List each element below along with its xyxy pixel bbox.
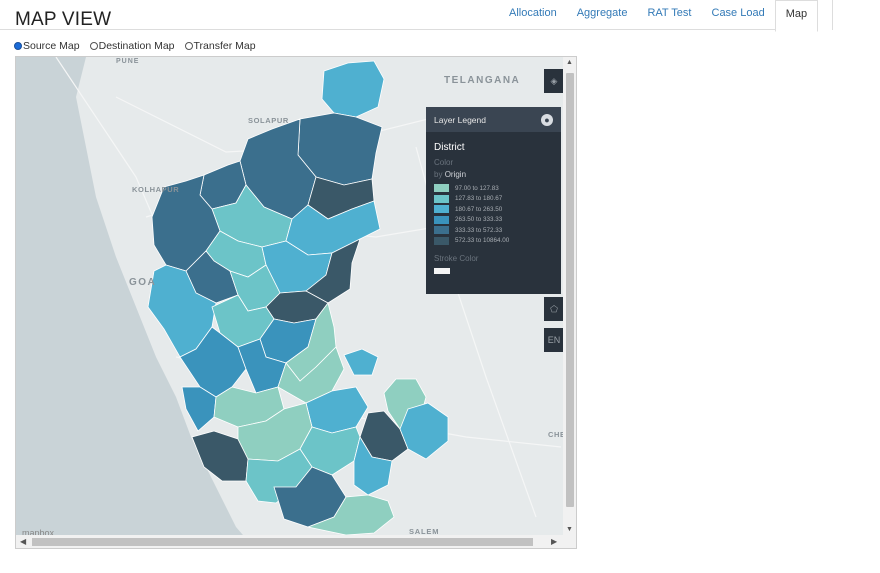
- legend-bin: 263.50 to 333.33: [434, 215, 553, 226]
- radio-destination-map[interactable]: Destination Map: [89, 40, 175, 52]
- radio-source-map[interactable]: Source Map: [14, 40, 80, 52]
- radio-label: Destination Map: [98, 40, 175, 52]
- district-polygon: [181, 386, 217, 432]
- tab-allocation[interactable]: Allocation: [499, 0, 567, 30]
- legend-swatch: [434, 226, 449, 235]
- scroll-right-icon[interactable]: ▶: [551, 535, 557, 548]
- place-label: SOLAPUR: [248, 116, 289, 125]
- radio-button[interactable]: [184, 42, 193, 50]
- layer-legend-panel: Layer Legend ● District Color by Origin …: [426, 107, 561, 294]
- scroll-up-icon[interactable]: ▲: [563, 59, 576, 66]
- legend-color-label: Color: [434, 158, 454, 167]
- legend-stroke-swatch: [434, 268, 450, 274]
- tab-divider: [832, 0, 833, 30]
- district-polygon: [321, 60, 385, 118]
- legend-swatch: [434, 205, 449, 214]
- legend-bin: 180.67 to 263.50: [434, 204, 553, 215]
- place-label: PUNE: [116, 58, 139, 65]
- draw-button[interactable]: ⬠: [544, 297, 564, 321]
- legend-bin: 97.00 to 127.83: [434, 183, 553, 194]
- place-label: TELANGANA: [444, 75, 520, 86]
- horizontal-scrollbar[interactable]: ◀ ▶: [16, 535, 576, 548]
- tab-case-load[interactable]: Case Load: [702, 0, 775, 30]
- place-label: KOLHAPUR: [132, 185, 179, 194]
- legend-swatch: [434, 194, 449, 203]
- tab-bar: Allocation Aggregate RAT Test Case Load …: [499, 0, 819, 32]
- legend-swatch: [434, 215, 449, 224]
- vertical-scrollbar[interactable]: ▲ ▼: [563, 57, 576, 535]
- tab-aggregate[interactable]: Aggregate: [567, 0, 638, 30]
- scroll-thumb[interactable]: [566, 73, 574, 507]
- radio-button[interactable]: [89, 42, 98, 50]
- radio-transfer-map[interactable]: Transfer Map: [184, 40, 256, 52]
- legend-color-field: by Origin: [434, 170, 467, 179]
- scroll-left-icon[interactable]: ◀: [20, 535, 26, 548]
- layers-button[interactable]: ◈: [544, 69, 564, 93]
- place-label: GOA: [129, 277, 156, 288]
- language-button[interactable]: EN: [544, 328, 564, 352]
- district-polygon: [399, 402, 449, 460]
- legend-header-title: Layer Legend: [434, 114, 486, 125]
- legend-bin: 572.33 to 10864.00: [434, 236, 553, 247]
- legend-bins: 97.00 to 127.83 127.83 to 180.67 180.67 …: [434, 183, 553, 246]
- globe-icon[interactable]: ●: [541, 113, 553, 126]
- radio-label: Source Map: [23, 40, 80, 52]
- radio-label: Transfer Map: [193, 40, 256, 52]
- scroll-thumb[interactable]: [32, 538, 533, 546]
- legend-layer-name: District: [434, 142, 465, 153]
- tab-map[interactable]: Map: [774, 0, 819, 32]
- layers-icon: ◈: [550, 76, 558, 86]
- map-container[interactable]: TELANGANA PUNE SOLAPUR KOLHAPUR GOA CHE …: [15, 56, 577, 549]
- legend-header: Layer Legend ●: [426, 107, 561, 132]
- district-polygon: [343, 348, 379, 376]
- legend-stroke-label: Stroke Color: [434, 254, 479, 263]
- legend-bin: 333.33 to 572.33: [434, 225, 553, 236]
- map-type-selector: Source Map Destination Map Transfer Map: [14, 40, 266, 52]
- radio-button-checked[interactable]: [14, 42, 22, 50]
- scroll-down-icon[interactable]: ▼: [563, 526, 576, 533]
- legend-bin: 127.83 to 180.67: [434, 194, 553, 205]
- tab-rat-test[interactable]: RAT Test: [637, 0, 701, 30]
- legend-swatch: [434, 236, 449, 245]
- legend-swatch: [434, 184, 449, 193]
- page-title: MAP VIEW: [15, 9, 112, 30]
- polygon-draw-icon: ⬠: [550, 304, 558, 314]
